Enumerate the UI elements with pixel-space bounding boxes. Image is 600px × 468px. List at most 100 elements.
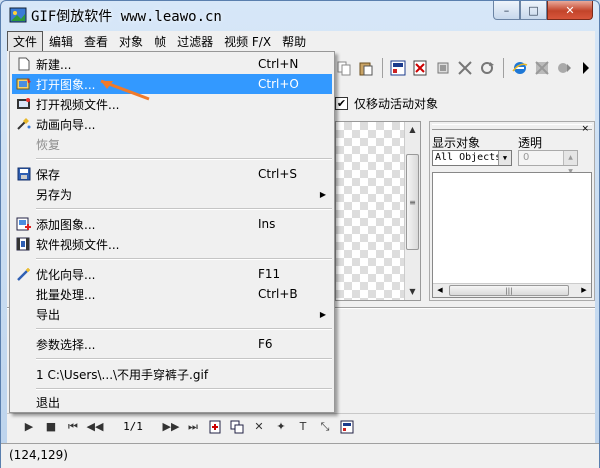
menu-item-batch[interactable]: 批量处理... Ctrl+B [12,284,332,304]
menu-item-video-file[interactable]: 软件视频文件... [12,234,332,254]
menu-item-open-image[interactable]: 打开图象... Ctrl+O [12,74,332,94]
panel-close-icon[interactable]: × [581,124,589,134]
object-filter-select[interactable]: All Objects ▼ [432,150,512,166]
transparency-value: 0 [523,152,530,163]
panel-grip[interactable]: × [432,124,592,134]
horizontal-scroll-thumb[interactable]: ||| [449,285,569,296]
menu-view[interactable]: 查看 [79,32,113,51]
menu-item-open-video[interactable]: 打开视频文件... [12,94,332,114]
internet-explorer-icon[interactable] [511,59,528,77]
remove-frame-icon[interactable]: ✕ [251,419,267,435]
scroll-left-arrow-icon[interactable]: ◀ [433,284,447,297]
menu-edit[interactable]: 编辑 [44,32,78,51]
menu-item-preferences[interactable]: 参数选择... F6 [12,334,332,354]
scroll-right-arrow-icon[interactable]: ▶ [577,284,591,297]
cursor-coordinates: (124,129) [9,448,68,462]
open-video-icon [16,96,32,112]
next-frame-icon[interactable]: ▶▶ [163,419,180,435]
title-bar[interactable]: GIF倒放软件 www.leawo.cn – □ ✕ [1,1,599,29]
stop-icon[interactable]: ■ [43,419,59,435]
rotate-icon[interactable] [479,59,496,77]
scroll-thumb[interactable]: ≡ [406,154,419,250]
menu-item-restore[interactable]: 恢复 [12,134,332,154]
wizard-icon [16,116,32,132]
menu-item-label: 新建... [36,57,72,72]
menu-filter[interactable]: 过滤器 [172,32,218,51]
menu-item-add-image[interactable]: 添加图象... Ins [12,214,332,234]
last-frame-icon[interactable]: ⏭ [185,419,201,435]
menu-item-shortcut: Ctrl+O [258,77,299,91]
menu-item-shortcut: Ctrl+N [258,57,299,71]
window-title: GIF倒放软件 www.leawo.cn [31,9,222,25]
menu-help[interactable]: 帮助 [277,32,311,51]
menu-item-save-as[interactable]: 另存为 ▶ [12,184,332,204]
app-icon [9,7,27,23]
menu-item-animation-wizard[interactable]: 动画向导... [12,114,332,134]
scroll-down-arrow-icon[interactable]: ▼ [405,284,420,300]
scroll-up-arrow-icon[interactable]: ▲ [405,122,420,138]
annotation-arrow-icon [100,79,150,101]
menu-item-shortcut: F11 [258,267,281,281]
toolbar-more-icon[interactable] [578,59,595,77]
object-list-horizontal-scrollbar[interactable]: ◀ ||| ▶ [433,283,591,297]
menu-item-recent-file-1[interactable]: 1 C:\Users\...\不用手穿裤子.gif [12,364,332,384]
menu-item-optimize-wizard[interactable]: 优化向导... F11 [12,264,332,284]
menu-file[interactable]: 文件 [7,30,44,52]
copy-icon[interactable] [335,59,352,77]
optimize-wand-icon [16,266,32,282]
paste-icon[interactable] [357,59,374,77]
frame-counter: 1/1 [123,420,143,433]
menu-item-label: 保存 [36,167,61,182]
previous-frame-icon[interactable]: ◀◀ [87,419,104,435]
first-frame-icon[interactable]: ⏮ [65,419,81,435]
resize-icon[interactable] [456,59,473,77]
add-image-icon [16,216,32,232]
image-canvas[interactable]: ▲ ≡ ▼ [335,121,421,301]
object-list[interactable]: ◀ ||| ▶ [432,172,592,298]
maximize-button[interactable]: □ [520,1,547,20]
menu-item-shortcut: Ctrl+S [258,167,298,181]
play-icon[interactable]: ▶ [21,419,37,435]
menu-video-fx[interactable]: 视频 F/X [219,32,276,51]
submenu-arrow-icon: ▶ [319,309,326,319]
menu-item-label: 添加图象... [36,217,96,232]
menu-item-new[interactable]: 新建... Ctrl+N [12,54,332,74]
save-disk-icon [16,166,32,182]
insert-frame-icon[interactable] [207,419,223,435]
frame-properties-icon[interactable] [390,59,407,77]
menu-item-exit[interactable]: 退出 [12,392,332,412]
menu-item-label: 动画向导... [36,117,96,132]
transparent-checkerboard [336,122,406,300]
spinner-arrows-icon[interactable]: ▲▼ [563,151,577,175]
new-document-icon [16,56,32,72]
move-active-only-label: 仅移动活动对象 [354,96,439,111]
reverse-icon[interactable]: ⤡ [317,419,333,435]
frame-properties-small-icon[interactable] [339,419,355,435]
menu-item-label: 1 C:\Users\...\不用手穿裤子.gif [36,367,209,382]
menu-item-export[interactable]: 导出 ▶ [12,304,332,324]
video-file-icon [16,236,32,252]
transparency-spinner[interactable]: 0 ▲▼ [518,150,578,175]
frame-effects-icon[interactable]: ✦ [273,419,289,435]
menu-frame[interactable]: 帧 [149,32,171,51]
menu-separator [36,258,332,260]
move-active-only-checkbox[interactable]: ✔ [335,96,348,110]
menu-item-save[interactable]: 保存 Ctrl+S [12,164,332,184]
duplicate-frame-icon[interactable] [229,419,245,435]
menu-item-label: 退出 [36,395,61,410]
submenu-arrow-icon: ▶ [319,189,326,199]
close-button[interactable]: ✕ [547,1,593,20]
canvas-vertical-scrollbar[interactable]: ▲ ≡ ▼ [404,122,420,300]
menu-object[interactable]: 对象 [114,32,148,51]
menu-item-label: 参数选择... [36,337,96,352]
app-window: GIF倒放软件 www.leawo.cn – □ ✕ 文件 编辑 查看 对象 帧… [0,0,600,468]
delete-frame-icon[interactable] [412,59,429,77]
minimize-button[interactable]: – [493,1,520,20]
effect-icon[interactable] [533,59,550,77]
menu-bar: 文件 编辑 查看 对象 帧 过滤器 视频 F/X 帮助 [7,30,595,52]
preview-icon[interactable] [555,59,572,77]
text-frame-icon[interactable]: T [295,419,311,435]
transparency-label: 透明 [518,136,543,150]
dropdown-arrow-icon[interactable]: ▼ [498,151,511,165]
crop-icon[interactable] [434,59,451,77]
